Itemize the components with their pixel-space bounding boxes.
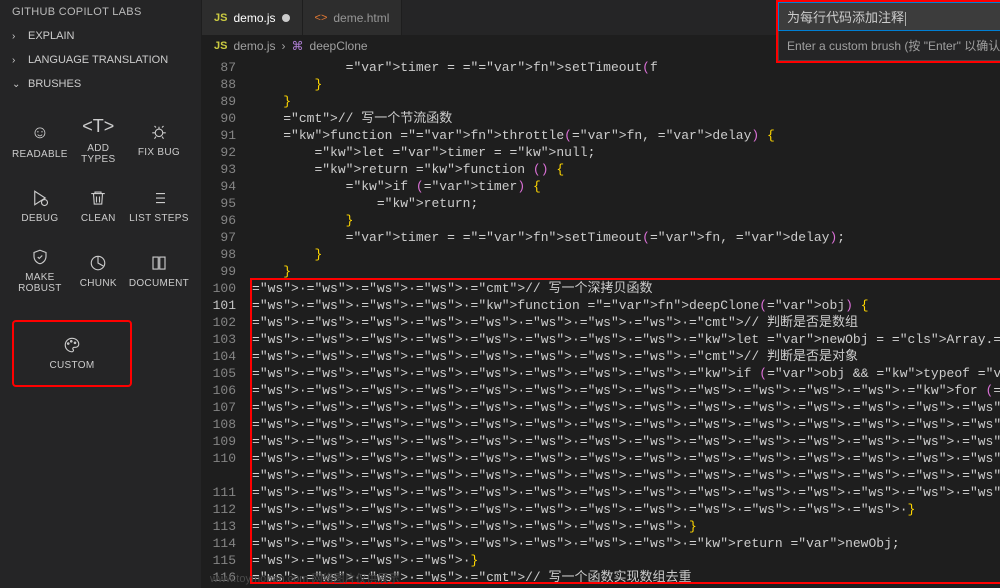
tab-deme-html[interactable]: <> deme.html <box>303 0 403 35</box>
sidebar: GITHUB COPILOT LABS › EXPLAIN › LANGUAGE… <box>0 0 202 588</box>
section-explain[interactable]: › EXPLAIN <box>0 24 201 48</box>
book-icon <box>150 254 168 272</box>
brush-readable[interactable]: ☺ READABLE <box>8 106 72 175</box>
editor-area: JS demo.js <> deme.html 为每行代码添加注释 Enter … <box>202 0 1000 588</box>
bug-icon <box>150 123 168 141</box>
modified-indicator <box>282 14 290 22</box>
brush-document[interactable]: DOCUMENT <box>125 238 193 304</box>
smile-icon: ☺ <box>31 122 49 143</box>
custom-brush-input-overlay: 为每行代码添加注释 Enter a custom brush (按 "Enter… <box>776 0 1000 63</box>
code-content[interactable]: ="var">timer = ="="var">fn">setTimeout(f… <box>252 57 1000 588</box>
brush-fix-bug[interactable]: FIX BUG <box>125 106 193 175</box>
tab-demo-js[interactable]: JS demo.js <box>202 0 303 35</box>
brush-add-types[interactable]: <T> ADD TYPES <box>76 106 121 175</box>
js-icon: JS <box>214 40 227 52</box>
section-label: EXPLAIN <box>28 30 74 42</box>
chevron-right-icon: › <box>12 31 24 42</box>
chevron-down-icon: ⌄ <box>12 79 24 90</box>
brush-chunk[interactable]: CHUNK <box>76 238 121 304</box>
brushes-grid: ☺ READABLE <T> ADD TYPES FIX BUG DEBUG C… <box>0 96 201 314</box>
brush-make-robust[interactable]: MAKE ROBUST <box>8 238 72 304</box>
section-label: LANGUAGE TRANSLATION <box>28 54 168 66</box>
custom-brush-hint: Enter a custom brush (按 "Enter" 以确认或按 "E… <box>778 31 1000 61</box>
chevron-right-icon: › <box>12 55 24 66</box>
watermark-source: www.toymoban.com 网络图片仅供展示 <box>210 570 399 586</box>
trash-icon <box>89 189 107 207</box>
brush-debug[interactable]: DEBUG <box>8 179 72 234</box>
breadcrumb-symbol: deepClone <box>310 39 368 53</box>
editor[interactable]: 8788899091929394959697989910010110210310… <box>202 57 1000 588</box>
chunk-icon <box>89 254 107 272</box>
section-brushes[interactable]: ⌄ BRUSHES <box>0 72 201 96</box>
chevron-right-icon: › <box>282 39 286 53</box>
html-icon: <> <box>315 12 328 24</box>
palette-icon <box>63 336 81 354</box>
list-icon <box>150 189 168 207</box>
brush-list-steps[interactable]: LIST STEPS <box>125 179 193 234</box>
text-cursor <box>905 12 906 26</box>
shield-icon <box>31 248 49 266</box>
method-icon: ⌘ <box>292 39 304 53</box>
line-gutter: 8788899091929394959697989910010110210310… <box>202 57 252 588</box>
section-language-translation[interactable]: › LANGUAGE TRANSLATION <box>0 48 201 72</box>
custom-brush-input[interactable]: 为每行代码添加注释 <box>778 2 1000 31</box>
js-icon: JS <box>214 12 227 24</box>
breadcrumb-file: demo.js <box>233 39 275 53</box>
panel-title: GITHUB COPILOT LABS <box>0 0 201 24</box>
tab-label: demo.js <box>233 11 275 25</box>
brush-clean[interactable]: CLEAN <box>76 179 121 234</box>
tab-label: deme.html <box>333 11 389 25</box>
types-icon: <T> <box>82 116 114 137</box>
debug-icon <box>31 189 49 207</box>
brush-custom[interactable]: CUSTOM <box>12 320 132 387</box>
section-label: BRUSHES <box>28 78 81 90</box>
